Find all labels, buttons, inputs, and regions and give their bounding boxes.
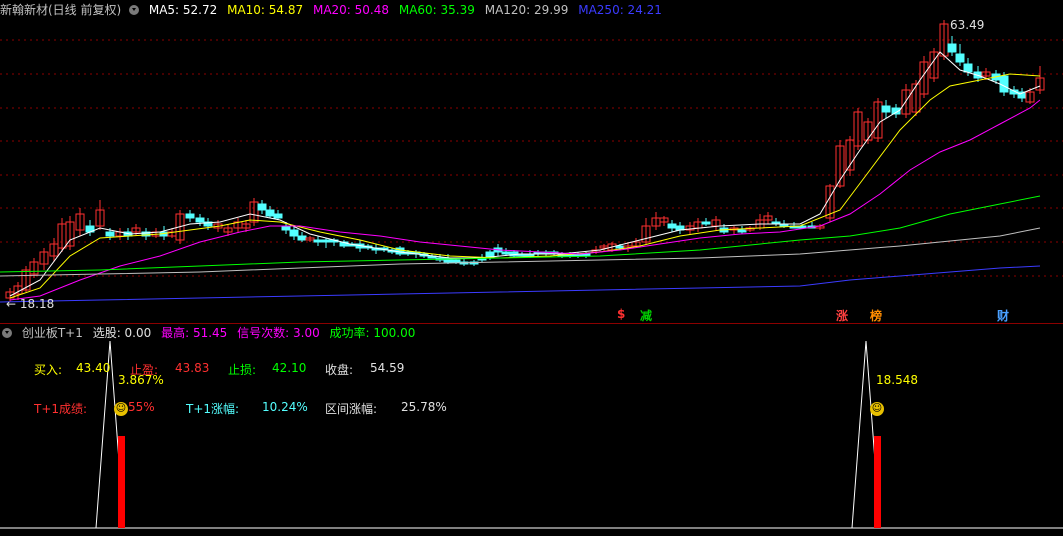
stop-loss-value: 42.10 (272, 361, 307, 375)
signal1-pct: 3.867% (118, 373, 164, 387)
indicator-chart[interactable] (0, 323, 1063, 536)
candle-body (265, 209, 275, 217)
candle-body (667, 223, 677, 229)
candle-body (999, 75, 1009, 93)
xuangu-label: 选股: 0.00 (92, 326, 152, 340)
xinhao-label: 信号次数: 3.00 (237, 326, 320, 340)
candle-body (947, 43, 957, 53)
candle-body (289, 229, 299, 237)
close-label: 收盘: (325, 363, 354, 377)
buy-value: 43.40 (76, 361, 111, 375)
ma5-line (9, 51, 1041, 297)
main-chart-header: 新翰新材(日线 前复权) MA5: 52.72 MA10: 54.87 MA20… (0, 0, 668, 20)
smile-icon: ☺ (870, 402, 884, 416)
candle-body (281, 225, 291, 231)
stock-title: 新翰新材(日线 前复权) (0, 3, 122, 17)
marker-jian[interactable]: 减 (640, 307, 652, 324)
t1-change-value: 10.24% (262, 400, 308, 414)
dropdown-circle-icon[interactable] (2, 327, 12, 338)
ma20-label: MA20: 50.48 (312, 3, 390, 17)
marker-cai[interactable]: 财 (997, 307, 1009, 324)
marker-dollar[interactable]: $ (617, 307, 625, 321)
buy-label: 买入: (34, 363, 63, 377)
ma120-label: MA120: 29.99 (484, 3, 569, 17)
candle-body (451, 259, 461, 263)
ma5-label: MA5: 52.72 (148, 3, 218, 17)
candle-body (313, 239, 323, 243)
marker-bang[interactable]: 榜 (870, 307, 882, 324)
candle-body (963, 63, 973, 73)
smile-icon: ☺ (114, 402, 128, 416)
zuigao-label: 最高: 51.45 (161, 326, 228, 340)
candle-body (297, 235, 307, 241)
signal-bar (118, 436, 125, 528)
indicator-header: 创业板T+1 选股: 0.00 最高: 51.45 信号次数: 3.00 成功率… (0, 323, 421, 343)
low-price-label: ← 18.18 (6, 297, 55, 311)
ma250-line (0, 265, 1041, 303)
t1-change-label: T+1涨幅: (186, 402, 240, 416)
ma250-label: MA250: 24.21 (578, 3, 662, 17)
candle-body (185, 213, 195, 219)
stop-loss-label: 止损: (228, 363, 257, 377)
signal-bar (874, 436, 881, 528)
ma60-label: MA60: 35.39 (398, 3, 475, 17)
candle-body (273, 213, 283, 219)
ma10-label: MA10: 54.87 (227, 3, 304, 17)
candle-body (257, 203, 267, 211)
candle-body (615, 245, 625, 249)
candle-body (195, 217, 205, 223)
marker-zhang[interactable]: 涨 (836, 307, 848, 324)
candle-body (881, 105, 891, 113)
candle-body (581, 253, 591, 257)
dropdown-circle-icon[interactable] (129, 4, 140, 15)
t1-perf-value: 55% (128, 400, 155, 414)
range-change-value: 25.78% (401, 400, 447, 414)
ma20-line (9, 99, 1041, 301)
low-price-value: 18.18 (19, 297, 55, 311)
range-change-label: 区间涨幅: (325, 402, 378, 416)
indicator-title[interactable]: 创业板T+1 (22, 326, 83, 340)
close-value: 54.59 (370, 361, 405, 375)
candle-body (955, 53, 965, 63)
candle-body (701, 221, 711, 225)
signal2-pct: 18.548 (876, 373, 918, 387)
take-profit-value: 43.83 (175, 361, 210, 375)
candle-body (501, 251, 511, 255)
candle-body (737, 229, 747, 233)
chenggong-label: 成功率: 100.00 (329, 326, 416, 340)
candle-body (321, 239, 331, 243)
candle-body (105, 231, 115, 237)
price-chart[interactable] (0, 0, 1063, 323)
t1-perf-label: T+1成绩: (34, 402, 88, 416)
high-price-label: 63.49 (950, 18, 985, 32)
